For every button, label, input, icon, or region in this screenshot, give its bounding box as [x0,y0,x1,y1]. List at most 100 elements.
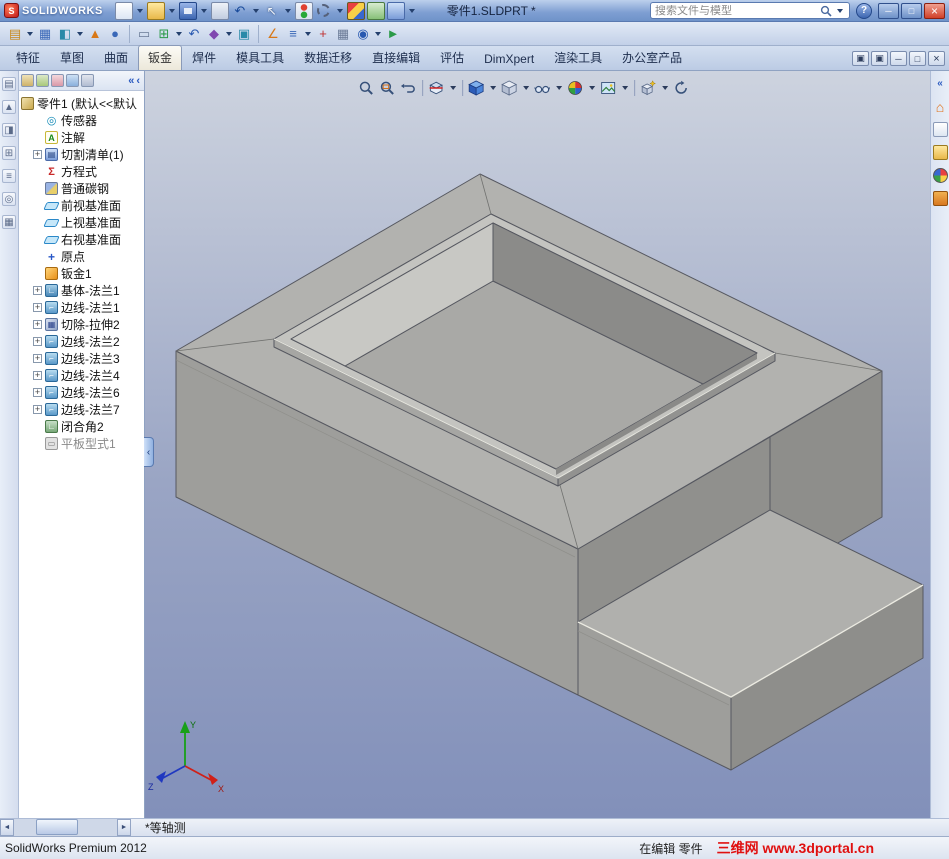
section-view-icon[interactable] [427,78,446,97]
options-icon[interactable] [315,2,333,20]
select-cursor-icon[interactable] [263,2,281,20]
tree-item[interactable]: 传感器 [21,112,144,129]
chevron-down-icon[interactable] [252,8,259,13]
toolbar-icon-14[interactable]: ▦ [333,24,353,44]
scroll-right-icon[interactable]: ► [117,819,131,836]
table-icon[interactable] [366,1,385,20]
left-toolbar-icon-2[interactable]: ▲ [2,100,16,114]
tree-item[interactable]: 普通碳钢 [21,180,144,197]
ribbon-tab[interactable]: 数据迁移 [294,45,362,70]
cascade-icon[interactable] [871,51,888,66]
home-icon[interactable] [933,99,948,114]
maximize-icon[interactable] [901,2,922,19]
design-library-icon[interactable] [932,145,948,160]
tree-item[interactable]: 闭合角2 [21,418,144,435]
panel-flyout-handle[interactable] [144,437,154,467]
chevron-down-icon[interactable] [588,85,595,90]
expand-toggle[interactable]: + [33,388,42,397]
chevron-down-icon[interactable] [837,8,843,13]
grid-icon[interactable] [386,1,405,20]
toolbar-icon-13[interactable]: + [313,24,333,44]
chevron-down-icon[interactable] [555,85,562,90]
toolbar-icon-1[interactable]: ▤ [5,24,25,44]
toolbar-icon-7[interactable]: ⊞ [154,24,174,44]
doc-restore-icon[interactable] [909,51,926,66]
chevron-down-icon[interactable] [305,31,311,36]
expand-toggle[interactable]: + [33,405,42,414]
doc-close-icon[interactable] [928,51,945,66]
close-icon[interactable] [924,2,945,19]
file-explorer-icon[interactable] [932,122,948,137]
tree-item[interactable]: 原点 [21,248,144,265]
chevron-down-icon[interactable] [168,8,175,13]
tree-item[interactable]: + 边线-法兰3 [21,350,144,367]
ribbon-tab[interactable]: 草图 [50,45,94,70]
view-orientation-icon[interactable] [467,78,486,97]
shrink-panel-icon[interactable]: ‹ [136,75,140,87]
chevron-down-icon[interactable] [226,31,232,36]
search-box[interactable] [650,2,850,19]
edit-appearance-icon[interactable] [566,78,585,97]
ribbon-tab[interactable]: DimXpert [474,48,544,70]
save-icon[interactable] [178,1,197,20]
chevron-down-icon[interactable] [136,8,143,13]
left-toolbar-icon-1[interactable]: ▤ [2,77,16,91]
left-toolbar-icon-4[interactable]: ⊞ [2,146,16,160]
tree-item[interactable]: + 边线-法兰4 [21,367,144,384]
tree-item[interactable]: 注解 [21,129,144,146]
toolbar-icon-2[interactable]: ▦ [35,24,55,44]
ribbon-tab[interactable]: 模具工具 [226,45,294,70]
doc-minimize-icon[interactable] [890,51,907,66]
tree-item[interactable]: 零件1 (默认<<默认 [21,95,144,112]
ribbon-tab[interactable]: 钣金 [138,45,183,70]
color-swatch-icon[interactable] [346,1,365,20]
toolbar-icon-16[interactable]: ► [383,24,403,44]
configurationmanager-tab-icon[interactable] [51,74,64,87]
chevron-down-icon[interactable] [375,31,381,36]
toolbar-icon-8[interactable]: ↶ [184,24,204,44]
rebuild-icon[interactable] [294,1,313,20]
previous-view-icon[interactable] [399,78,418,97]
tree-item[interactable]: 上视基准面 [21,214,144,231]
rotate-view-icon[interactable] [672,78,691,97]
toolbox-icon[interactable] [932,191,948,206]
expand-toggle[interactable]: + [33,354,42,363]
search-input[interactable] [655,4,817,17]
expand-toggle[interactable]: + [33,371,42,380]
print-icon[interactable] [210,1,229,20]
chevron-down-icon[interactable] [522,85,529,90]
left-toolbar-icon-6[interactable]: ◎ [2,192,16,206]
chevron-down-icon[interactable] [200,8,207,13]
left-toolbar-icon-5[interactable]: ≡ [2,169,16,183]
tree-item[interactable]: + 切除-拉伸2 [21,316,144,333]
ribbon-tab[interactable]: 直接编辑 [362,45,430,70]
horizontal-scrollbar[interactable] [14,819,117,836]
propertymanager-tab-icon[interactable] [36,74,49,87]
search-icon[interactable] [820,5,832,17]
tree-item[interactable]: 平板型式1 [21,435,144,452]
ribbon-tab[interactable]: 特征 [6,45,50,70]
left-toolbar-icon-7[interactable]: ▦ [2,215,16,229]
chevron-down-icon[interactable] [408,8,415,13]
ribbon-tab[interactable]: 评估 [430,45,474,70]
chevron-down-icon[interactable] [621,85,628,90]
chevron-down-icon[interactable] [336,8,343,13]
expand-toggle[interactable]: + [33,150,42,159]
ribbon-tab[interactable]: 焊件 [182,45,226,70]
apply-scene-icon[interactable] [599,78,618,97]
toolbar-icon-10[interactable]: ▣ [234,24,254,44]
expand-toggle[interactable]: + [33,303,42,312]
toolbar-icon-12[interactable]: ≡ [283,24,303,44]
chevron-down-icon[interactable] [489,85,496,90]
chevron-down-icon[interactable] [449,85,456,90]
scroll-left-icon[interactable]: ◄ [0,819,14,836]
chevron-down-icon[interactable] [284,8,291,13]
toolbar-icon-5[interactable]: ● [105,24,125,44]
help-icon[interactable] [856,2,872,19]
new-document-icon[interactable] [114,1,133,20]
toolbar-icon-11[interactable]: ∠ [263,24,283,44]
toolbar-icon-4[interactable]: ▲ [85,24,105,44]
tree-item[interactable]: + 基体-法兰1 [21,282,144,299]
ribbon-tab[interactable]: 曲面 [94,45,138,70]
collapse-panel-icon[interactable]: « [128,75,134,87]
